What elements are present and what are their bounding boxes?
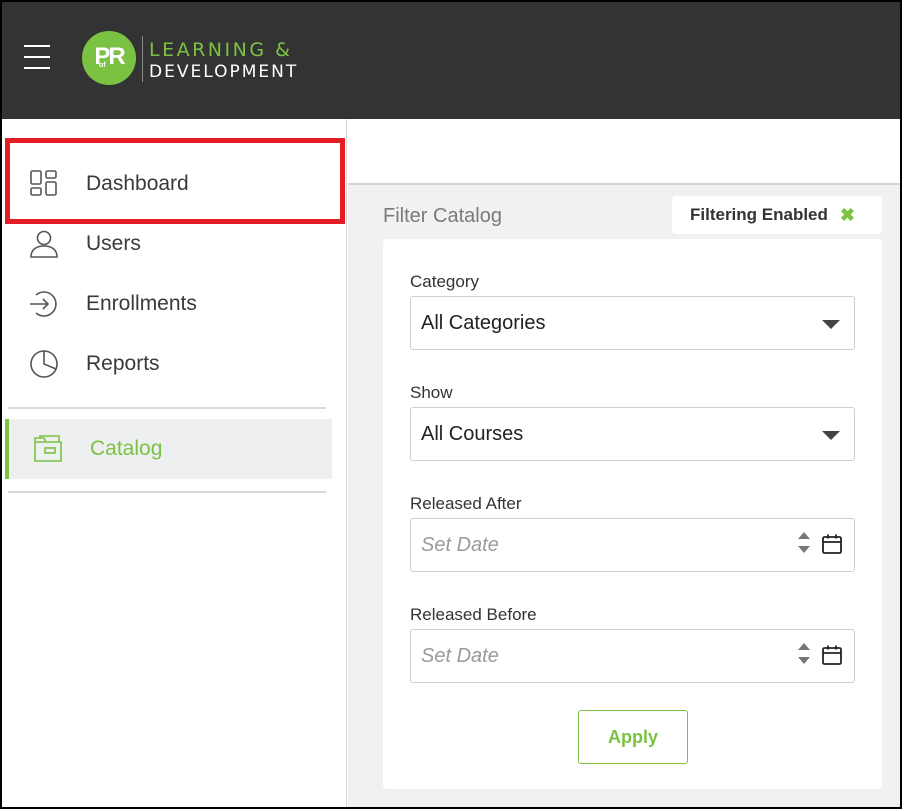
user-icon: [30, 230, 58, 258]
sidebar-item-reports[interactable]: Reports: [2, 334, 342, 394]
sidebar-divider: [8, 491, 326, 493]
pie-chart-icon: [30, 350, 58, 378]
category-value: All Categories: [421, 312, 546, 334]
chevron-down-icon: [822, 431, 840, 440]
close-icon[interactable]: ✖: [840, 205, 855, 226]
main-content: Filter Catalog Filtering Enabled ✖ Categ…: [348, 119, 900, 807]
calendar-icon[interactable]: [821, 644, 843, 666]
chevron-down-icon: [822, 320, 840, 329]
released-before-date-input[interactable]: Set Date: [410, 629, 855, 683]
apply-button[interactable]: Apply: [578, 710, 688, 764]
dashboard-icon: [30, 170, 57, 196]
filter-title: Filter Catalog: [383, 205, 502, 227]
spinner-icon[interactable]: [798, 532, 810, 558]
logo-text-line2: DEVELOPMENT: [149, 62, 299, 82]
sidebar-item-enrollments[interactable]: Enrollments: [2, 274, 342, 334]
main-top-band: [348, 119, 900, 185]
spinner-icon[interactable]: [798, 643, 810, 669]
sidebar-item-dashboard[interactable]: Dashboard: [2, 154, 342, 214]
show-label: Show: [410, 383, 453, 402]
logo-of-text: of: [99, 62, 106, 69]
logo-badge[interactable]: PR of: [82, 31, 136, 85]
show-select[interactable]: All Courses: [410, 407, 855, 461]
category-select[interactable]: All Categories: [410, 296, 855, 350]
sidebar-item-label: Enrollments: [86, 292, 197, 315]
calendar-icon[interactable]: [821, 533, 843, 555]
show-value: All Courses: [421, 423, 524, 445]
top-bar: PR of LEARNING & DEVELOPMENT: [2, 2, 900, 119]
sidebar-item-label: Catalog: [90, 437, 163, 460]
hamburger-icon[interactable]: [24, 42, 52, 72]
sidebar-item-label: Reports: [86, 352, 160, 375]
logo-divider: [142, 36, 143, 82]
released-after-label: Released After: [410, 494, 522, 513]
sidebar-item-label: Users: [86, 232, 141, 255]
released-after-date-input[interactable]: Set Date: [410, 518, 855, 572]
enroll-icon: [30, 291, 57, 317]
app-window: PR of LEARNING & DEVELOPMENT Dashboard U…: [0, 0, 902, 809]
sidebar-divider: [8, 407, 326, 409]
date-placeholder: Set Date: [421, 645, 499, 667]
sidebar-item-users[interactable]: Users: [2, 214, 342, 274]
folder-icon: [34, 435, 62, 462]
filtering-enabled-badge: Filtering Enabled ✖: [672, 196, 882, 234]
date-placeholder: Set Date: [421, 534, 499, 556]
badge-label: Filtering Enabled: [690, 205, 828, 224]
sidebar-item-catalog[interactable]: Catalog: [5, 419, 332, 479]
released-before-label: Released Before: [410, 605, 537, 624]
sidebar-item-label: Dashboard: [86, 172, 189, 195]
logo-text-line1: LEARNING &: [149, 39, 293, 61]
category-label: Category: [410, 272, 479, 291]
filter-panel: Category All Categories Show All Courses…: [383, 239, 882, 789]
